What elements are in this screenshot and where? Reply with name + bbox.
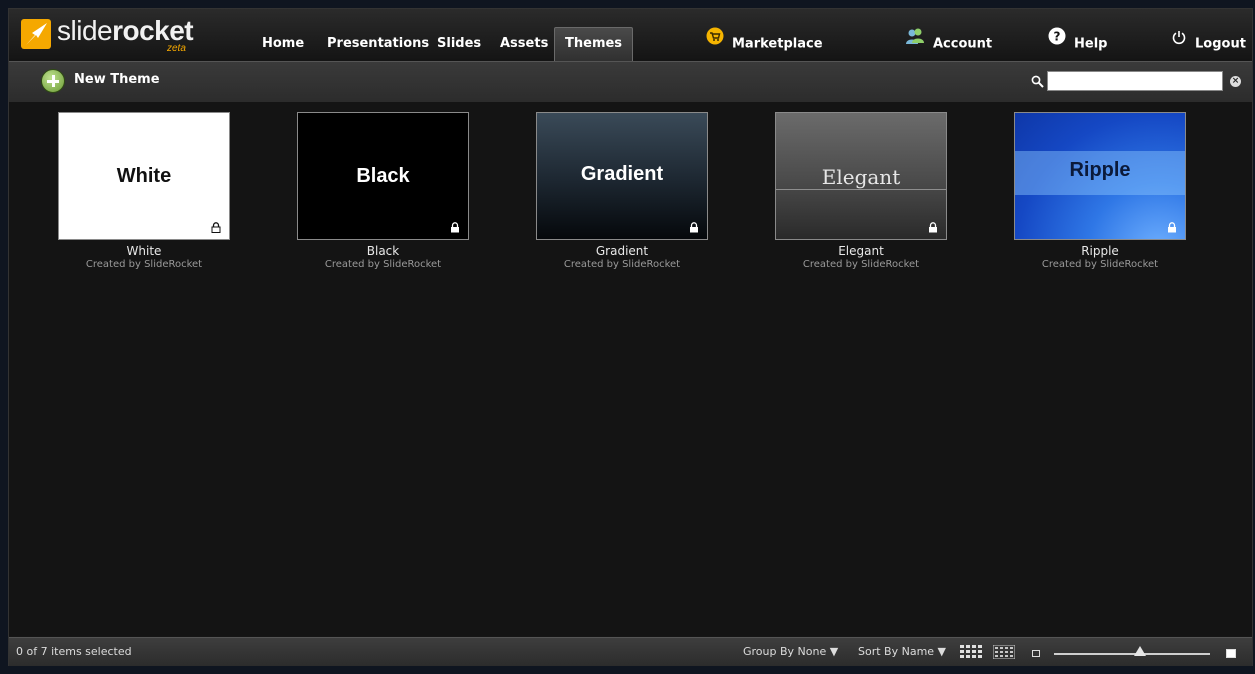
small-grid-view-icon[interactable] (992, 644, 1016, 662)
large-grid-view-icon[interactable] (960, 645, 982, 661)
svg-text:?: ? (1054, 30, 1061, 44)
slider-handle[interactable] (1133, 646, 1146, 656)
theme-thumbnail[interactable]: Gradient (536, 112, 708, 240)
small-thumbnail-icon[interactable] (1032, 650, 1040, 657)
nav-help-label: Help (1074, 36, 1108, 52)
sort-by-dropdown[interactable]: Sort By Name ▼ (858, 645, 946, 658)
nav-home[interactable]: Home (262, 27, 304, 61)
app-window: sliderocket zeta Home Presentations Slid… (8, 8, 1253, 666)
nav-account-label: Account (933, 36, 993, 52)
thumbnail-title: Ripple (1069, 159, 1131, 181)
large-thumbnail-icon[interactable] (1226, 649, 1236, 658)
themes-toolbar: New Theme × (9, 61, 1252, 103)
users-icon (905, 25, 925, 59)
nav-themes[interactable]: Themes (554, 27, 634, 61)
theme-thumbnail[interactable]: White (58, 112, 230, 240)
divider-line (776, 189, 946, 190)
status-bar: 0 of 7 items selected Group By None ▼ So… (9, 637, 1252, 666)
lock-icon (211, 222, 221, 233)
add-icon (41, 69, 65, 93)
nav-marketplace[interactable]: Marketplace (706, 27, 823, 61)
theme-thumbnail[interactable]: Black (297, 112, 469, 240)
search-icon (1031, 73, 1044, 92)
lock-icon (451, 222, 459, 233)
logo-tag: zeta (167, 43, 186, 54)
theme-creator: Created by SlideRocket (1041, 259, 1159, 270)
theme-card-ripple[interactable]: Ripple Ripple Created by SlideRocket (1014, 112, 1190, 270)
theme-thumbnail[interactable]: Elegant (775, 112, 947, 240)
thumbnail-title: Gradient (580, 163, 664, 185)
themes-grid: White White Created by SlideRocket Black… (9, 102, 1252, 636)
thumbnail-title: Black (356, 165, 410, 187)
nav-presentations[interactable]: Presentations (327, 27, 429, 61)
lock-icon (1168, 222, 1176, 233)
theme-name: Elegant (838, 244, 884, 258)
help-icon: ? (1048, 25, 1066, 59)
thumbnail-size-slider[interactable] (1054, 653, 1210, 655)
clear-search-icon[interactable]: × (1230, 76, 1241, 87)
group-by-dropdown[interactable]: Group By None ▼ (743, 645, 838, 658)
theme-creator: Created by SlideRocket (563, 259, 681, 270)
lock-icon (690, 222, 698, 233)
theme-card-gradient[interactable]: Gradient Gradient Created by SlideRocket (536, 112, 712, 270)
theme-card-white[interactable]: White White Created by SlideRocket (58, 112, 234, 270)
nav-logout[interactable]: Logout (1171, 27, 1246, 61)
thumbnail-title: White (116, 165, 172, 187)
nav-help[interactable]: ? Help (1048, 27, 1107, 61)
theme-creator: Created by SlideRocket (802, 259, 920, 270)
lock-icon (929, 222, 937, 233)
theme-name: Black (366, 244, 400, 258)
theme-name: White (126, 244, 162, 258)
theme-card-elegant[interactable]: Elegant Elegant Created by SlideRocket (775, 112, 951, 270)
power-icon (1171, 25, 1187, 59)
theme-card-black[interactable]: Black Black Created by SlideRocket (297, 112, 473, 270)
theme-creator: Created by SlideRocket (85, 259, 203, 270)
theme-name: Ripple (1081, 244, 1119, 258)
cart-icon (706, 25, 724, 59)
search-input[interactable] (1047, 71, 1223, 91)
theme-name: Gradient (595, 244, 649, 258)
selection-count: 0 of 7 items selected (16, 645, 132, 658)
rocket-logo-icon (21, 19, 51, 49)
nav-logout-label: Logout (1195, 36, 1246, 52)
theme-creator: Created by SlideRocket (324, 259, 442, 270)
nav-assets[interactable]: Assets (500, 27, 548, 61)
nav-account[interactable]: Account (905, 27, 992, 61)
thumbnail-title: Elegant (821, 165, 901, 189)
new-theme-label: New Theme (74, 72, 160, 87)
theme-thumbnail[interactable]: Ripple (1014, 112, 1186, 240)
nav-slides[interactable]: Slides (437, 27, 481, 61)
nav-marketplace-label: Marketplace (732, 36, 823, 52)
top-nav-bar: sliderocket zeta Home Presentations Slid… (9, 9, 1252, 61)
